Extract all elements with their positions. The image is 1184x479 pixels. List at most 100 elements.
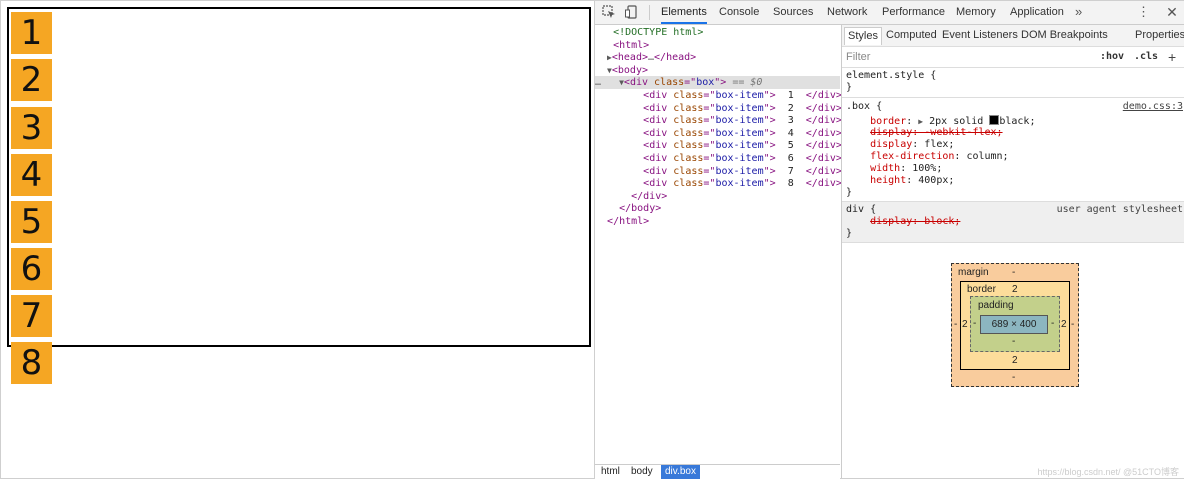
head-close-tag: </head> — [654, 52, 697, 63]
flex-box-container — [7, 7, 591, 347]
tab-elements[interactable]: Elements — [661, 1, 707, 24]
dom-node-box-item[interactable]: <div class="box-item"> 5 </div> — [595, 139, 842, 152]
toolbar-separator — [649, 5, 650, 20]
tab-sources[interactable]: Sources — [773, 1, 813, 24]
dom-node-box-item[interactable]: <div class="box-item"> 1 </div> — [595, 89, 842, 102]
tab-application[interactable]: Application — [1010, 1, 1064, 24]
decl-display-webkit[interactable]: display: -webkit-flex; — [846, 127, 1002, 139]
dom-node-body-close[interactable]: </body> — [595, 202, 840, 215]
decl-height[interactable]: height: 400px; — [846, 175, 954, 187]
margin-left-value[interactable]: - — [954, 319, 957, 331]
row-dots-icon[interactable]: … — [595, 77, 601, 88]
tab-event-listeners[interactable]: Event Listeners — [939, 27, 1021, 44]
div-close-tag: </div> — [805, 128, 842, 139]
border-left-value[interactable]: 2 — [962, 319, 968, 331]
margin-bottom-value[interactable]: - — [1012, 372, 1015, 384]
source-link[interactable]: demo.css:3 — [1123, 101, 1183, 113]
margin-top-value[interactable]: - — [1012, 267, 1015, 279]
breadcrumb-body[interactable]: body — [627, 465, 657, 479]
dom-node-box-item[interactable]: <div class="box-item"> 3 </div> — [595, 114, 842, 127]
border-right-value[interactable]: 2 — [1061, 319, 1067, 331]
padding-bottom-value[interactable]: - — [1012, 336, 1015, 348]
tab-console[interactable]: Console — [719, 1, 759, 24]
watermark-text: https://blog.csdn.net/ @51CTO博客 — [1037, 467, 1179, 477]
prop-name: border — [870, 116, 907, 127]
attr-value: box — [696, 77, 715, 88]
head-open-tag: <head> — [611, 52, 648, 63]
decl-display[interactable]: display: flex; — [846, 139, 954, 151]
box-item: 2 — [11, 59, 52, 101]
attr-value: box-item — [715, 153, 764, 164]
box-item: 5 — [11, 201, 52, 243]
prop-name: width — [870, 163, 901, 174]
padding-left-value[interactable]: - — [973, 318, 976, 330]
rule-selector[interactable]: .box { — [846, 101, 882, 113]
attr-name: class — [654, 77, 685, 88]
div-close-tag: </div> — [631, 191, 668, 202]
attr-eq: =" — [684, 77, 697, 88]
decl-border[interactable]: border: ▶ 2px solid black; — [846, 115, 1035, 127]
kebab-menu-icon[interactable]: ⋮ — [1137, 4, 1150, 20]
more-tabs-chevron-icon[interactable]: » — [1075, 1, 1082, 24]
dom-node-head[interactable]: ▶<head>…</head> — [595, 51, 840, 64]
close-icon[interactable]: ✕ — [1165, 4, 1179, 20]
attr-value: box-item — [715, 140, 764, 151]
device-toggle-icon[interactable] — [625, 5, 639, 19]
div-close-tag: </div> — [805, 153, 842, 164]
overridden-decl: display: block; — [870, 216, 961, 227]
margin-label: margin — [958, 267, 989, 278]
dom-node-html-close[interactable]: </html> — [595, 215, 840, 228]
div-close-tag: </div> — [805, 90, 842, 101]
box-model-padding[interactable]: padding - - - 689 × 400 — [970, 296, 1060, 352]
rule-selector[interactable]: element.style { — [846, 70, 936, 82]
attr-value: box-item — [715, 178, 764, 189]
styles-filter-bar: Filter :hov .cls + — [842, 47, 1184, 68]
tab-network[interactable]: Network — [827, 1, 867, 24]
attr-value: box-item — [715, 103, 764, 114]
border-bottom-value[interactable]: 2 — [1012, 355, 1018, 367]
cls-toggle[interactable]: .cls — [1134, 47, 1158, 67]
color-swatch-icon[interactable] — [989, 115, 1000, 125]
tab-properties[interactable]: Properties — [1132, 27, 1184, 44]
inspect-cursor-icon[interactable] — [602, 5, 616, 19]
tab-computed[interactable]: Computed — [883, 27, 940, 44]
screenshot-frame: 1 2 3 4 5 6 7 8 Elements Console Sources… — [0, 0, 1184, 479]
prop-name: height — [870, 175, 907, 186]
attr-value: box-item — [715, 90, 764, 101]
border-top-value[interactable]: 2 — [1012, 284, 1018, 296]
box-item: 4 — [11, 154, 52, 196]
decl-flex-direction[interactable]: flex-direction: column; — [846, 151, 1009, 163]
prop-value: flex; — [924, 139, 955, 150]
breadcrumb-div-box[interactable]: div.box — [661, 465, 700, 479]
div-close-tag: </div> — [805, 140, 842, 151]
box-item: 8 — [11, 342, 52, 384]
padding-right-value[interactable]: - — [1051, 318, 1054, 330]
decl-width[interactable]: width: 100%; — [846, 163, 942, 175]
prop-value: 400px; — [918, 175, 955, 186]
breadcrumb-html[interactable]: html — [597, 465, 624, 479]
box-model-content[interactable]: 689 × 400 — [980, 315, 1048, 334]
div-close-tag: </div> — [805, 166, 842, 177]
margin-right-value[interactable]: - — [1071, 319, 1074, 331]
dom-node-doctype[interactable]: <!DOCTYPE html> — [595, 26, 840, 39]
box-model-margin[interactable]: margin - - - - border 2 2 2 2 padding - … — [951, 263, 1079, 387]
plus-icon[interactable]: + — [1168, 47, 1176, 67]
dom-node-div-box[interactable]: … ▼<div class="box"> == $0 — [595, 76, 840, 89]
tab-styles[interactable]: Styles — [844, 27, 882, 45]
box-model-border[interactable]: border 2 2 2 2 padding - - - 689 × 400 — [960, 281, 1070, 370]
hov-toggle[interactable]: :hov — [1100, 47, 1124, 67]
div-close-tag: </div> — [805, 115, 842, 126]
tab-dom-breakpoints[interactable]: DOM Breakpoints — [1018, 27, 1111, 44]
rule-close-brace: } — [846, 187, 853, 198]
tab-memory[interactable]: Memory — [956, 1, 996, 24]
padding-label: padding — [978, 300, 1014, 311]
dom-node-box-item[interactable]: <div class="box-item"> 6 </div> — [595, 152, 842, 165]
expand-triangle-icon[interactable]: ▶ — [918, 117, 923, 126]
doctype-text: <!DOCTYPE html> — [613, 27, 704, 38]
decl-display-block: display: block; — [846, 216, 960, 228]
dom-node-box-item[interactable]: <div class="box-item"> 8 </div> — [595, 177, 842, 190]
body-close-tag: </body> — [619, 203, 662, 214]
filter-input[interactable]: Filter — [846, 47, 1076, 67]
attr-value: box-item — [715, 115, 764, 126]
tab-performance[interactable]: Performance — [882, 1, 945, 24]
